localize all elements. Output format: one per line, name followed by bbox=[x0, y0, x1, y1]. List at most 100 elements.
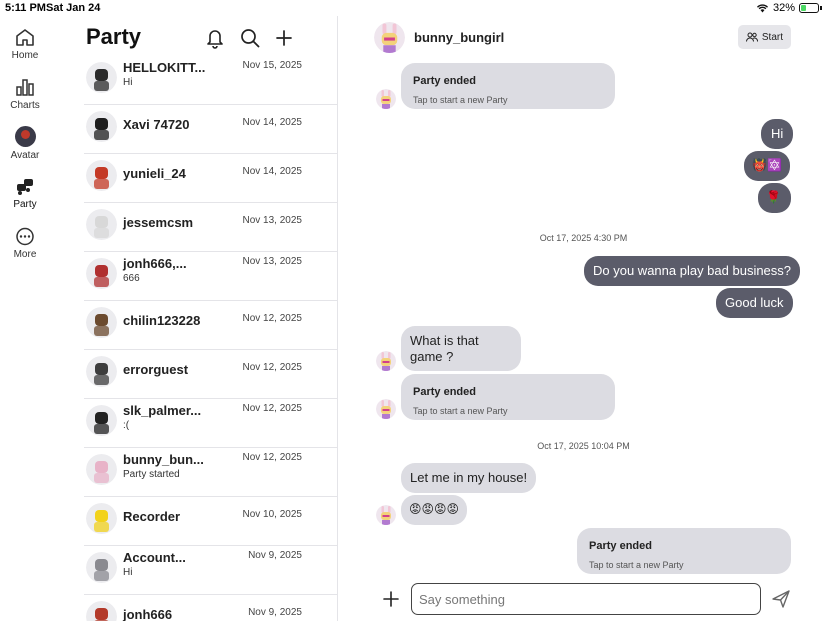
row-date: Nov 12, 2025 bbox=[242, 452, 303, 463]
avatar bbox=[86, 356, 117, 387]
row-name: chilin123228 bbox=[123, 313, 201, 328]
party-row[interactable]: HELLOKITT... Nov 15, 2025 Hi bbox=[84, 56, 337, 105]
nav-party[interactable]: Party bbox=[0, 178, 50, 210]
row-date: Nov 12, 2025 bbox=[242, 313, 303, 324]
party-row[interactable]: jessemcsm Nov 13, 2025 bbox=[84, 203, 337, 252]
avatar bbox=[86, 209, 117, 240]
chat-header-avatar[interactable] bbox=[374, 22, 405, 53]
send-icon[interactable] bbox=[771, 589, 791, 609]
start-party-button[interactable]: Start bbox=[737, 25, 791, 49]
add-attachment-icon[interactable] bbox=[381, 589, 401, 609]
people-icon bbox=[745, 32, 758, 42]
msg-emoji: 👹🔯 bbox=[744, 151, 790, 181]
party-rows: HELLOKITT... Nov 15, 2025 Hi Xavi 74720 Nov … bbox=[78, 56, 337, 621]
msg-question: Do you wanna play bad business? bbox=[584, 256, 801, 286]
party-row[interactable]: Recorder Nov 10, 2025 bbox=[84, 497, 337, 546]
bunny-avatar-small bbox=[376, 351, 396, 371]
party-row[interactable]: errorguest Nov 12, 2025 bbox=[84, 350, 337, 399]
party-ended-sub: Tap to start a new Party bbox=[413, 95, 508, 105]
party-list-panel: Party HELLOKITT... Nov 15, 2025 Hi Xavi 747… bbox=[78, 16, 338, 621]
party-row[interactable]: yunieli_24 Nov 14, 2025 bbox=[84, 154, 337, 203]
row-name: Recorder bbox=[123, 509, 181, 524]
more-icon bbox=[16, 227, 34, 246]
wifi-icon bbox=[756, 4, 768, 13]
party-row[interactable]: jonh666,... Nov 13, 2025 666 bbox=[84, 252, 337, 301]
battery-level bbox=[801, 5, 807, 11]
row-date: Nov 10, 2025 bbox=[242, 509, 303, 520]
nav-more-label: More bbox=[13, 249, 37, 260]
nav-avatar[interactable]: Avatar bbox=[0, 126, 50, 161]
row-preview: Party started bbox=[123, 469, 180, 480]
avatar bbox=[86, 62, 117, 93]
avatar bbox=[86, 160, 117, 191]
row-name: slk_palmer... bbox=[123, 403, 202, 418]
app-window: 5:11 PM Sat Jan 24 32% Home Charts Avata… bbox=[0, 0, 828, 621]
msg-hi: Hi bbox=[761, 119, 794, 149]
timestamp-2: Oct 17, 2025 10:04 PM bbox=[537, 441, 630, 451]
party-ended-card-3[interactable]: Party ended Tap to start a new Party bbox=[577, 528, 791, 574]
party-row[interactable]: Account... Nov 9, 2025 Hi bbox=[84, 546, 337, 595]
msg-rose: 🌹 bbox=[758, 183, 791, 213]
message-input[interactable] bbox=[411, 583, 761, 615]
battery-percent: 32% bbox=[772, 2, 795, 14]
bell-icon[interactable] bbox=[204, 27, 226, 49]
row-date: Nov 12, 2025 bbox=[242, 362, 303, 373]
nav-home[interactable]: Home bbox=[0, 28, 50, 61]
party-row[interactable]: Xavi 74720 Nov 14, 2025 bbox=[84, 105, 337, 154]
row-preview: Hi bbox=[123, 77, 133, 88]
battery-icon bbox=[799, 3, 819, 13]
nav-party-label: Party bbox=[13, 199, 37, 210]
page-title: Party bbox=[86, 24, 142, 49]
row-name: jonh666,... bbox=[123, 256, 187, 271]
bunny-avatar-small bbox=[376, 399, 396, 419]
msg-good-luck: Good luck bbox=[716, 288, 793, 318]
search-icon[interactable] bbox=[239, 27, 261, 49]
avatar-icon bbox=[14, 126, 36, 147]
row-name: Account... bbox=[123, 550, 186, 565]
row-name: jessemcsm bbox=[123, 215, 194, 230]
party-ended-title: Party ended bbox=[413, 75, 476, 87]
charts-icon bbox=[16, 79, 34, 96]
bunny-avatar-small bbox=[376, 89, 396, 109]
nav-home-label: Home bbox=[11, 50, 39, 61]
battery-tip bbox=[820, 6, 822, 10]
row-name: HELLOKITT... bbox=[123, 60, 206, 75]
row-date: Nov 14, 2025 bbox=[242, 117, 303, 128]
avatar bbox=[86, 307, 117, 338]
party-ended-title: Party ended bbox=[589, 540, 652, 552]
party-ended-sub: Tap to start a new Party bbox=[589, 560, 684, 570]
row-date: Nov 9, 2025 bbox=[248, 607, 302, 618]
avatar bbox=[86, 111, 117, 142]
party-row[interactable]: chilin123228 Nov 12, 2025 bbox=[84, 301, 337, 350]
status-right: 32% bbox=[756, 2, 822, 14]
nav-more[interactable]: More bbox=[0, 227, 50, 260]
party-row[interactable]: jonh666 Nov 9, 2025 bbox=[84, 595, 337, 621]
row-date: Nov 13, 2025 bbox=[242, 256, 303, 267]
party-ended-card-2[interactable]: Party ended Tap to start a new Party bbox=[401, 374, 615, 420]
chat-header-name[interactable]: bunny_bungirl bbox=[414, 30, 504, 45]
row-date: Nov 13, 2025 bbox=[242, 215, 303, 226]
bunny-avatar-small bbox=[376, 505, 396, 525]
chat-panel: bunny_bungirl Start Party ended Tap to s… bbox=[339, 16, 828, 621]
party-row[interactable]: bunny_bun... Nov 12, 2025 Party started bbox=[84, 448, 337, 497]
party-ended-title: Party ended bbox=[413, 386, 476, 398]
status-date: Sat Jan 24 bbox=[46, 2, 101, 14]
party-icon bbox=[17, 179, 33, 195]
row-preview: Hi bbox=[123, 567, 133, 578]
plus-icon[interactable] bbox=[273, 27, 295, 49]
nav-avatar-label: Avatar bbox=[10, 150, 40, 161]
status-time: 5:11 PM bbox=[5, 2, 46, 14]
timestamp-1: Oct 17, 2025 4:30 PM bbox=[539, 233, 628, 243]
party-ended-card-1[interactable]: Party ended Tap to start a new Party bbox=[401, 63, 615, 109]
msg-let-me-in: Let me in my house! bbox=[401, 463, 537, 493]
row-preview: 666 bbox=[123, 273, 140, 284]
row-name: yunieli_24 bbox=[123, 166, 186, 181]
row-date: Nov 9, 2025 bbox=[248, 550, 302, 561]
row-name: bunny_bun... bbox=[123, 452, 204, 467]
avatar bbox=[86, 454, 117, 485]
nav-charts[interactable]: Charts bbox=[0, 78, 50, 111]
party-row[interactable]: slk_palmer... Nov 12, 2025:( bbox=[84, 399, 337, 448]
start-label: Start bbox=[761, 31, 783, 43]
status-bar: 5:11 PM Sat Jan 24 32% bbox=[0, 0, 828, 16]
avatar bbox=[86, 405, 117, 436]
